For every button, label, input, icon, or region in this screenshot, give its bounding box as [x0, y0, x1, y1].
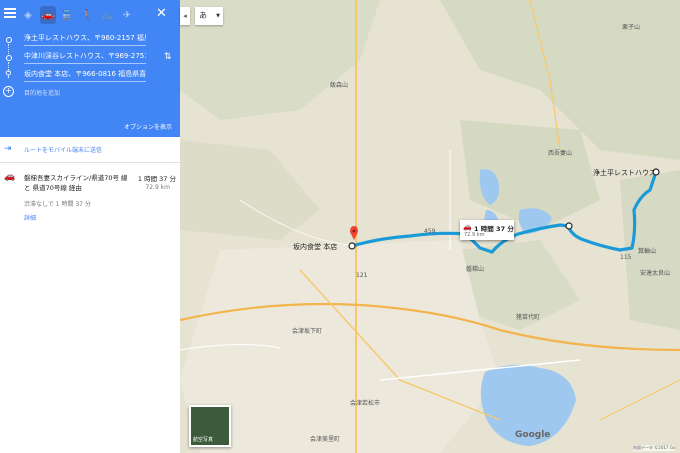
map-label-aizumisato: 会津美里町	[310, 436, 341, 443]
map-label-adachitara: 安達太良山	[640, 270, 671, 277]
close-icon[interactable]: ✕	[156, 6, 167, 21]
route-details-link[interactable]: 詳細	[24, 213, 36, 222]
waypoint-middle-input[interactable]: 中津川渓谷レストハウス、〒969-2751	[24, 49, 146, 64]
map-label-kuriko: 栗子山	[622, 24, 641, 31]
send-to-mobile-label: ルートをモバイル端末に送信	[24, 147, 103, 154]
route-via-label: 磐梯吾妻スカイライン/県道70号 線 と 県道70号線 経由	[24, 174, 128, 192]
google-logo: Google	[515, 430, 551, 440]
waypoint-dot-icon	[6, 55, 12, 61]
map-label-nishiazuma: 西吾妻山	[548, 150, 573, 157]
directions-header: ◈ 🚗 🚆 🚶 🚲 ✈ ✕ ⚲ 浄土平レストハウス、〒960-2157 福島 中…	[0, 0, 180, 137]
flight-mode-icon[interactable]: ✈	[119, 6, 135, 24]
map-attribution[interactable]: 地図データ ©2017 Go	[633, 445, 676, 451]
collapse-panel-button[interactable]: ◂	[180, 7, 190, 25]
car-icon: 🚗	[463, 223, 472, 231]
satellite-label: 航空写真	[193, 437, 214, 443]
bubble-distance: 72.9 km	[464, 232, 485, 238]
map-label-bandai: 磐梯山	[466, 266, 485, 273]
map-label-minowa: 箕輪山	[638, 248, 657, 255]
map-label-aizuwakamatsu: 会津若松市	[350, 400, 381, 407]
menu-icon[interactable]	[4, 8, 16, 18]
route-option[interactable]: 🚗 磐梯吾妻スカイライン/県道70号 線 と 県道70号線 経由 1 時間 37…	[0, 163, 180, 223]
transit-mode-icon[interactable]: 🚆	[59, 6, 75, 24]
show-options-link[interactable]: オプションを表示	[124, 122, 172, 131]
route-distance: 72.9 km	[145, 184, 170, 191]
swap-icon[interactable]: ⇅	[164, 52, 172, 62]
start-dot-icon	[6, 37, 12, 43]
ime-char: あ	[199, 11, 207, 20]
map-label-route459: 459	[424, 228, 436, 235]
recommended-mode-icon[interactable]: ◈	[20, 6, 36, 24]
route-traffic-note: 渋滞なしで 1 時間 37 分	[24, 201, 91, 208]
map-label-jododaira: 浄土平レストハウス	[593, 169, 656, 177]
map-label-bannai: 坂内食堂 本店	[293, 243, 338, 251]
waypoint-destination-input[interactable]: 坂内食堂 本店、〒966-0816 福島県喜多	[24, 67, 146, 82]
car-icon: 🚗	[4, 172, 16, 182]
waypoint-start-input[interactable]: 浄土平レストハウス、〒960-2157 福島	[24, 31, 146, 46]
map-label-route121: 121	[356, 272, 368, 279]
add-destination-link[interactable]: 目的地を追加	[24, 88, 60, 97]
car-mode-icon[interactable]: 🚗	[40, 6, 56, 24]
route-time: 1 時間 37 分	[137, 175, 176, 183]
ime-mode-indicator[interactable]: あ ▼	[195, 7, 223, 25]
map-terrain	[180, 0, 680, 453]
send-to-device-icon: ⇥	[4, 144, 12, 154]
add-destination-icon[interactable]: +	[3, 86, 14, 97]
route-dots	[8, 44, 10, 54]
bicycle-mode-icon[interactable]: 🚲	[99, 6, 115, 24]
map-canvas[interactable]: 浄土平レストハウス 坂内食堂 本店 飯森山 西吾妻山 磐梯山 箕輪山 安達太良山…	[180, 0, 680, 453]
map-label-aizubange: 会津坂下町	[292, 328, 323, 335]
destination-pin-icon: ⚲	[5, 70, 12, 80]
walk-mode-icon[interactable]: 🚶	[79, 6, 95, 24]
route-time-bubble[interactable]: 🚗 1 時間 37 分 72.9 km	[460, 220, 514, 240]
chevron-down-icon: ▼	[216, 13, 220, 19]
map-label-inawashiro: 猪苗代町	[516, 314, 541, 321]
send-to-mobile-row[interactable]: ⇥ ルートをモバイル端末に送信	[0, 137, 180, 163]
map-label-iide: 飯森山	[330, 82, 349, 89]
directions-panel: ◈ 🚗 🚆 🚶 🚲 ✈ ✕ ⚲ 浄土平レストハウス、〒960-2157 福島 中…	[0, 0, 180, 453]
map-label-route115: 115	[620, 254, 632, 261]
satellite-toggle[interactable]: 航空写真	[189, 405, 231, 447]
